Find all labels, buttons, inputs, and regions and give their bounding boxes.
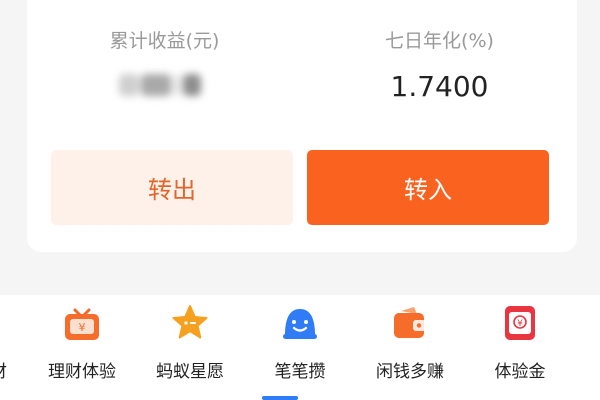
wallet-icon <box>394 307 426 338</box>
cumulative-earnings[interactable]: 累计收益(元) <box>27 0 302 140</box>
shortcut-save-each[interactable]: 笔笔攒 <box>245 295 355 400</box>
cumulative-earnings-value-blurred <box>119 68 207 102</box>
shortcut-wealth-trial[interactable]: ¥ 理财体验 <box>27 295 137 400</box>
shortcut-label: 理财体验 <box>48 362 116 382</box>
seven-day-yield-label: 七日年化(%) <box>385 30 494 52</box>
smile-piggy-icon <box>283 309 317 339</box>
transfer-out-button[interactable]: 转出 <box>51 150 293 225</box>
star-icon <box>172 305 208 339</box>
transfer-in-button[interactable]: 转入 <box>307 150 549 225</box>
shortcut-label: 笔笔攒 <box>274 362 326 382</box>
seven-day-yield[interactable]: 七日年化(%) 1.7400 <box>302 0 577 140</box>
gift-box-icon: ¥ <box>65 308 99 340</box>
balance-card: 累计收益(元) 七日年化(%) 1.7400 转出 转入 <box>27 0 577 252</box>
active-indicator <box>262 396 298 400</box>
shortcut-idle-money[interactable]: 闲钱多赚 <box>355 295 465 400</box>
seven-day-yield-value: 1.7400 <box>390 70 489 103</box>
shortcut-ant-wish[interactable]: 蚂蚁星愿 <box>135 295 245 400</box>
svg-text:¥: ¥ <box>517 319 523 329</box>
red-envelope-icon: ¥ <box>505 306 535 340</box>
shortcut-label: 体验金 <box>494 362 546 382</box>
cumulative-earnings-label: 累计收益(元) <box>109 30 220 52</box>
shortcut-label: 闲钱多赚 <box>376 362 444 382</box>
shortcut-bar: ¥ 理财体验 蚂蚁星愿 笔笔攒 闲钱多赚 ¥ 体验金 <box>0 295 600 400</box>
shortcut-label-cut[interactable]: 财 <box>0 357 7 382</box>
shortcut-label: 蚂蚁星愿 <box>156 362 224 382</box>
stats-row: 累计收益(元) 七日年化(%) 1.7400 <box>27 0 577 140</box>
shortcut-trial-fund[interactable]: ¥ 体验金 <box>465 295 575 400</box>
svg-text:¥: ¥ <box>79 321 86 334</box>
